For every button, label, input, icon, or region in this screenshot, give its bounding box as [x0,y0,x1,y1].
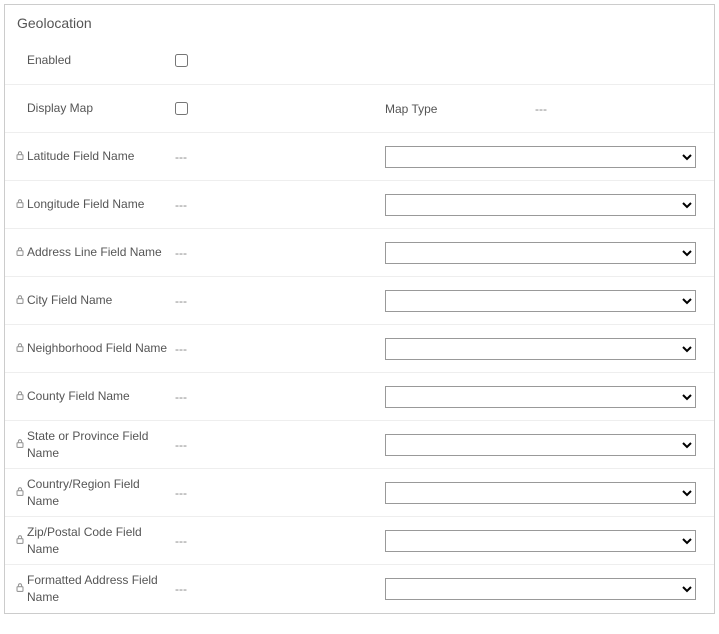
field-value-text: --- [175,582,255,596]
field-select-wrap [385,194,714,216]
lock-icon [5,438,25,452]
enabled-value [175,52,255,70]
field-row: City Field Name--- [5,277,714,325]
field-select-wrap [385,338,714,360]
field-value-text: --- [175,198,255,212]
field-select[interactable] [385,194,696,216]
lock-icon [5,198,25,212]
field-label: State or Province Field Name [25,428,175,462]
field-row: Neighborhood Field Name--- [5,325,714,373]
field-value-text: --- [175,246,255,260]
field-select[interactable] [385,386,696,408]
field-label: Longitude Field Name [25,196,175,213]
field-label: Neighborhood Field Name [25,340,175,357]
field-select[interactable] [385,482,696,504]
field-value-text: --- [175,390,255,404]
field-select-wrap [385,290,714,312]
field-select-wrap [385,482,714,504]
field-label: Latitude Field Name [25,148,175,165]
field-select-wrap [385,578,714,600]
lock-icon [5,342,25,356]
lock-icon [5,390,25,404]
field-select-wrap [385,386,714,408]
field-select-wrap [385,530,714,552]
field-row: Country/Region Field Name--- [5,469,714,517]
field-value-text: --- [175,150,255,164]
field-row: County Field Name--- [5,373,714,421]
field-row: Latitude Field Name--- [5,133,714,181]
field-select-wrap [385,242,714,264]
field-select[interactable] [385,146,696,168]
field-select[interactable] [385,578,696,600]
field-row: Formatted Address Field Name--- [5,565,714,613]
map-type-value: --- [535,102,696,116]
field-select[interactable] [385,530,696,552]
display-map-label: Display Map [25,100,175,117]
field-row: Address Line Field Name--- [5,229,714,277]
field-value-text: --- [175,534,255,548]
field-label: Zip/Postal Code Field Name [25,524,175,558]
lock-icon [5,534,25,548]
lock-icon [5,246,25,260]
field-select[interactable] [385,290,696,312]
map-type-group: Map Type --- [385,102,714,116]
field-label: County Field Name [25,388,175,405]
field-value-text: --- [175,438,255,452]
lock-icon [5,582,25,596]
field-value-text: --- [175,294,255,308]
section-title: Geolocation [5,5,714,37]
field-select-wrap [385,146,714,168]
geolocation-panel: Geolocation Enabled Display Map Map Type… [4,4,715,614]
display-map-row: Display Map Map Type --- [5,85,714,133]
field-label: City Field Name [25,292,175,309]
field-select-wrap [385,434,714,456]
lock-icon [5,150,25,164]
display-map-value [175,100,255,118]
field-row: State or Province Field Name--- [5,421,714,469]
field-label: Formatted Address Field Name [25,572,175,606]
field-value-text: --- [175,486,255,500]
field-row: Longitude Field Name--- [5,181,714,229]
lock-icon [5,486,25,500]
map-type-label: Map Type [385,102,535,116]
enabled-label: Enabled [25,52,175,69]
enabled-checkbox[interactable] [175,54,188,67]
enabled-row: Enabled [5,37,714,85]
field-value-text: --- [175,342,255,356]
field-select[interactable] [385,434,696,456]
field-label: Address Line Field Name [25,244,175,261]
display-map-checkbox[interactable] [175,102,188,115]
field-row: Zip/Postal Code Field Name--- [5,517,714,565]
field-label: Country/Region Field Name [25,476,175,510]
field-select[interactable] [385,338,696,360]
field-select[interactable] [385,242,696,264]
lock-icon [5,294,25,308]
